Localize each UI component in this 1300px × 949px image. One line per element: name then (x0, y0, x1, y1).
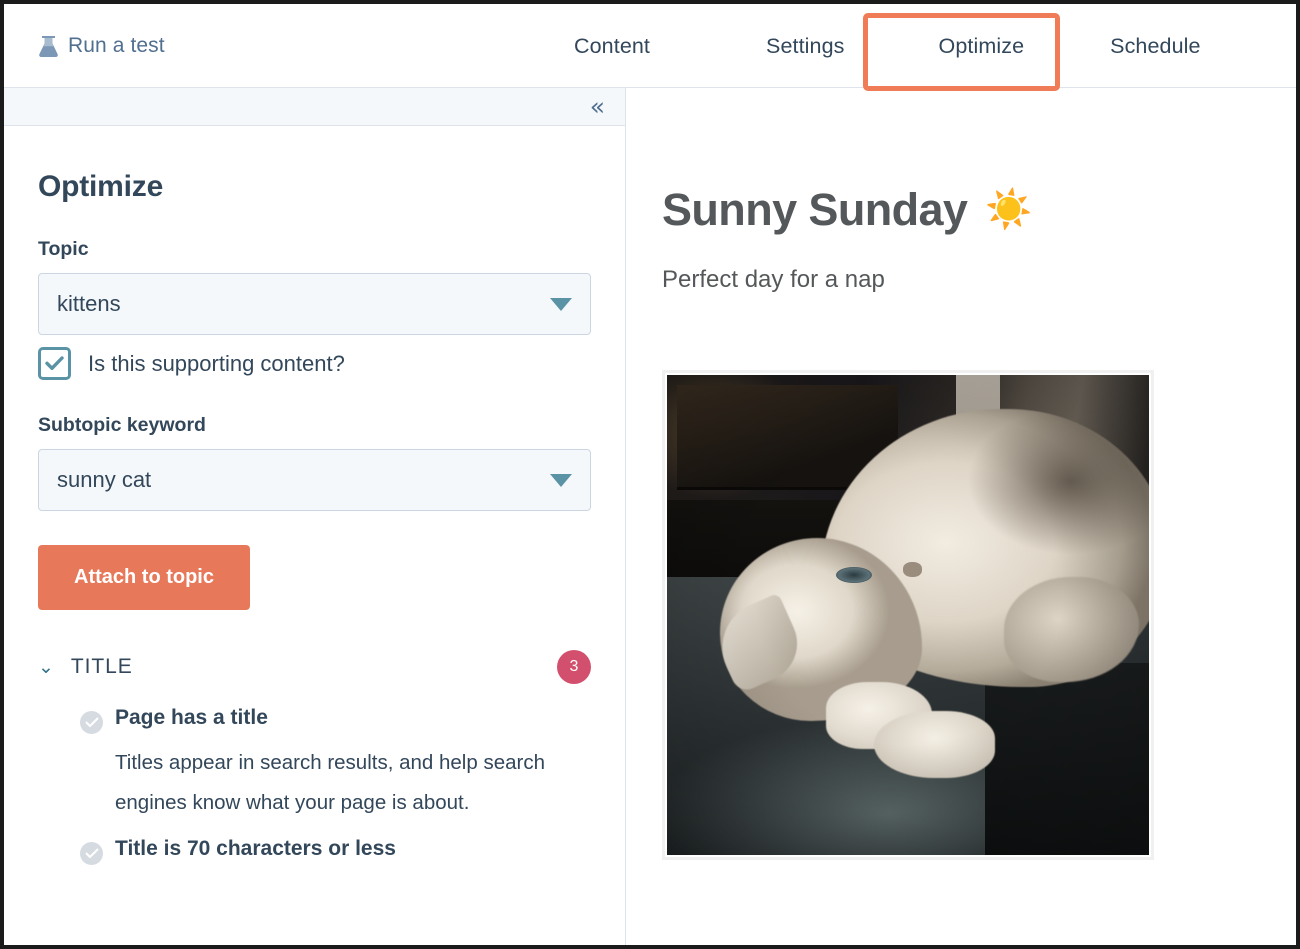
editor-body: « Optimize Topic kittens Is this support… (4, 88, 1296, 945)
flask-icon (38, 35, 59, 57)
preview-image-frame (662, 370, 1154, 860)
preview-heading-text: Sunny Sunday (662, 184, 968, 235)
chevron-down-icon (550, 473, 572, 487)
supporting-content-checkbox[interactable] (38, 347, 71, 380)
topic-select[interactable]: kittens (38, 273, 591, 335)
attach-to-topic-button[interactable]: Attach to topic (38, 545, 250, 610)
sun-icon: ☀️ (985, 189, 1033, 231)
check-circle-icon (80, 711, 103, 734)
title-section-badge: 3 (557, 650, 591, 684)
tab-optimize[interactable]: Optimize (929, 34, 1035, 59)
topic-label: Topic (38, 238, 89, 260)
photo-vignette (667, 375, 1149, 855)
check-item: Title is 70 characters or less (80, 837, 591, 865)
title-section-label: TITLE (70, 655, 133, 678)
supporting-content-label: Is this supporting content? (88, 350, 345, 376)
topic-select-value: kittens (57, 291, 121, 316)
check-item-title: Title is 70 characters or less (115, 836, 396, 860)
sidebar-content: Optimize Topic kittens Is this supportin… (4, 170, 625, 865)
sidebar-topbar: « (4, 88, 625, 126)
check-item-description: Titles appear in search results, and hel… (115, 751, 545, 814)
tab-optimize-wrapper: Optimize (862, 12, 1060, 91)
subtopic-keyword-label: Subtopic keyword (38, 414, 206, 436)
page-editor-window: Run a test Content Settings Optimize Sch… (0, 0, 1300, 949)
check-item: Page has a title Titles appear in search… (80, 706, 591, 823)
check-item-header: Title is 70 characters or less (80, 837, 591, 865)
chevron-double-left-icon[interactable]: « (590, 94, 605, 119)
editor-tabs: Content Settings Optimize Schedule (564, 4, 1211, 91)
run-a-test-label: Run a test (68, 33, 165, 57)
tab-settings[interactable]: Settings (756, 34, 855, 59)
check-item-title: Page has a title (115, 706, 268, 729)
preview-subheading: Perfect day for a nap (662, 266, 885, 293)
chevron-down-icon: ⌄ (38, 655, 54, 678)
tab-schedule[interactable]: Schedule (1100, 34, 1210, 59)
subtopic-keyword-select[interactable]: sunny cat (38, 449, 591, 511)
optimize-sidebar: « Optimize Topic kittens Is this support… (4, 88, 626, 945)
tab-content[interactable]: Content (564, 34, 660, 59)
preview-heading: Sunny Sunday ☀️ (662, 184, 1296, 236)
top-navigation-bar: Run a test Content Settings Optimize Sch… (4, 4, 1296, 91)
title-check-list: Page has a title Titles appear in search… (38, 706, 591, 865)
cat-photo (667, 375, 1149, 855)
check-item-header: Page has a title (80, 706, 591, 734)
check-circle-icon (80, 841, 103, 865)
supporting-content-checkbox-row[interactable]: Is this supporting content? (38, 347, 591, 380)
subtopic-keyword-value: sunny cat (57, 467, 152, 492)
run-a-test-link[interactable]: Run a test (38, 34, 165, 58)
chevron-down-icon (550, 297, 572, 311)
page-title: Optimize (38, 170, 164, 203)
title-section-header[interactable]: ⌄ TITLE 3 (38, 650, 591, 684)
page-preview: Sunny Sunday ☀️ Perfect day for a nap (626, 88, 1296, 945)
